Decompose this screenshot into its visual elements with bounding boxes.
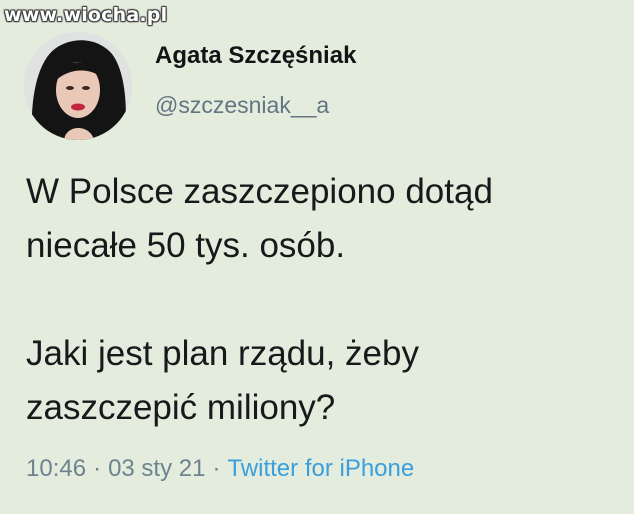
tweet-line: Jaki jest plan rządu, żeby: [26, 334, 419, 373]
watermark-logo: www.wiocha.pl: [4, 4, 168, 26]
tweet-date[interactable]: 03 sty 21: [108, 455, 205, 482]
profile-photo-icon: [24, 32, 132, 140]
meta-separator: ·: [212, 455, 221, 482]
tweet-time[interactable]: 10:46: [26, 455, 86, 482]
meta-separator: ·: [93, 455, 102, 482]
tweet-text: W Polsce zaszczepiono dotąd niecałe 50 t…: [26, 165, 626, 435]
author-display-name[interactable]: Agata Szczęśniak: [155, 42, 356, 70]
avatar[interactable]: [24, 32, 132, 140]
tweet-meta: 10:46 · 03 sty 21 · Twitter for iPhone: [26, 455, 414, 483]
tweet-source-link[interactable]: Twitter for iPhone: [227, 455, 414, 482]
author-handle[interactable]: @szczesniak__a: [155, 92, 329, 119]
tweet-line: W Polsce zaszczepiono dotąd: [26, 172, 493, 211]
tweet-line: zaszczepić miliony?: [26, 388, 336, 427]
tweet-line: niecałe 50 tys. osób.: [26, 226, 346, 265]
